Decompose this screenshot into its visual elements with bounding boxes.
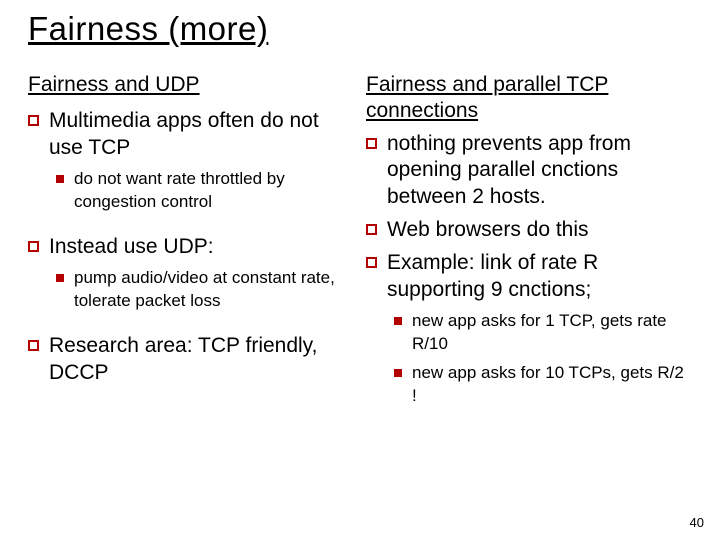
bullet-item: Example: link of rate R supporting 9 cnc… xyxy=(366,250,692,304)
bullet-text: Instead use UDP: xyxy=(49,234,348,261)
sub-bullet-item: new app asks for 10 TCPs, gets R/2 ! xyxy=(394,362,692,408)
left-column: Fairness and UDP Multimedia apps often d… xyxy=(28,72,348,414)
sub-bullet-item: pump audio/video at constant rate, toler… xyxy=(56,267,348,313)
slide: Fairness (more) Fairness and UDP Multime… xyxy=(0,0,720,414)
small-square-bullet-icon xyxy=(394,317,402,325)
sub-bullet-item: new app asks for 1 TCP, gets rate R/10 xyxy=(394,310,692,356)
small-square-bullet-icon xyxy=(56,175,64,183)
sub-bullet-item: do not want rate throttled by congestion… xyxy=(56,168,348,214)
square-bullet-icon xyxy=(366,138,377,149)
bullet-text: Web browsers do this xyxy=(387,217,692,244)
small-square-bullet-icon xyxy=(56,274,64,282)
square-bullet-icon xyxy=(28,115,39,126)
sub-bullet-text: pump audio/video at constant rate, toler… xyxy=(74,267,348,313)
bullet-text: Multimedia apps often do not use TCP xyxy=(49,108,348,162)
bullet-text: Example: link of rate R supporting 9 cnc… xyxy=(387,250,692,304)
bullet-item: nothing prevents app from opening parall… xyxy=(366,131,692,212)
slide-title: Fairness (more) xyxy=(28,10,692,48)
right-heading: Fairness and parallel TCP connections xyxy=(366,72,692,125)
right-heading-line1: Fairness and parallel TCP xyxy=(366,73,608,96)
sub-bullet-text: new app asks for 10 TCPs, gets R/2 ! xyxy=(412,362,692,408)
bullet-text: nothing prevents app from opening parall… xyxy=(387,131,692,212)
small-square-bullet-icon xyxy=(394,369,402,377)
square-bullet-icon xyxy=(366,257,377,268)
bullet-item: Multimedia apps often do not use TCP xyxy=(28,108,348,162)
bullet-text: Research area: TCP friendly, DCCP xyxy=(49,333,348,387)
square-bullet-icon xyxy=(366,224,377,235)
square-bullet-icon xyxy=(28,340,39,351)
sub-bullet-text: new app asks for 1 TCP, gets rate R/10 xyxy=(412,310,692,356)
page-number: 40 xyxy=(690,515,704,530)
columns: Fairness and UDP Multimedia apps often d… xyxy=(28,72,692,414)
bullet-item: Research area: TCP friendly, DCCP xyxy=(28,333,348,387)
bullet-item: Instead use UDP: xyxy=(28,234,348,261)
square-bullet-icon xyxy=(28,241,39,252)
left-heading: Fairness and UDP xyxy=(28,72,348,98)
right-heading-line2: connections xyxy=(366,99,478,122)
bullet-item: Web browsers do this xyxy=(366,217,692,244)
sub-bullet-text: do not want rate throttled by congestion… xyxy=(74,168,348,214)
right-column: Fairness and parallel TCP connections no… xyxy=(366,72,692,414)
